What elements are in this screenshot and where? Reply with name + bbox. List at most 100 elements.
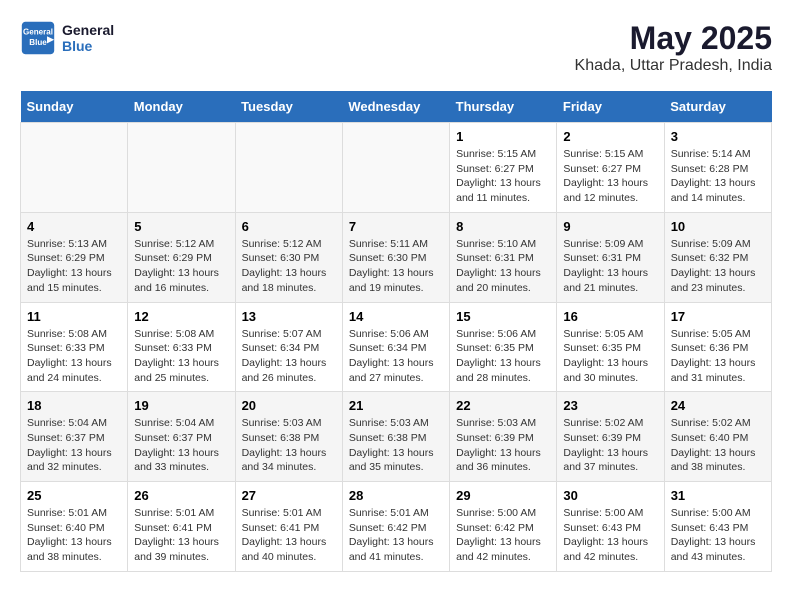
- day-info: Sunrise: 5:03 AM Sunset: 6:38 PM Dayligh…: [349, 416, 443, 475]
- day-number: 26: [134, 488, 228, 503]
- day-number: 13: [242, 309, 336, 324]
- day-number: 24: [671, 398, 765, 413]
- day-info: Sunrise: 5:11 AM Sunset: 6:30 PM Dayligh…: [349, 237, 443, 296]
- logo-text-line1: General: [62, 22, 114, 38]
- day-info: Sunrise: 5:01 AM Sunset: 6:41 PM Dayligh…: [134, 506, 228, 565]
- day-number: 4: [27, 219, 121, 234]
- day-info: Sunrise: 5:06 AM Sunset: 6:34 PM Dayligh…: [349, 327, 443, 386]
- calendar-cell: 31Sunrise: 5:00 AM Sunset: 6:43 PM Dayli…: [664, 482, 771, 572]
- day-number: 23: [563, 398, 657, 413]
- calendar-cell: 11 Sunrise: 5:08 AM Sunset: 6:33 PM Dayli…: [21, 302, 128, 392]
- day-info: Sunrise: 5:03 AM Sunset: 6:39 PM Dayligh…: [456, 416, 550, 475]
- calendar-cell: 10 Sunrise: 5:09 AM Sunset: 6:32 PM Dayli…: [664, 212, 771, 302]
- calendar-cell: 29 Sunrise: 5:00 AM Sunset: 6:42 PM Dayli…: [450, 482, 557, 572]
- day-number: 8: [456, 219, 550, 234]
- calendar-cell: 9 Sunrise: 5:09 AM Sunset: 6:31 PM Daylig…: [557, 212, 664, 302]
- day-number: 18: [27, 398, 121, 413]
- day-info: Sunrise: 5:08 AM Sunset: 6:33 PM Dayligh…: [134, 327, 228, 386]
- weekday-header-row: SundayMondayTuesdayWednesdayThursdayFrid…: [21, 91, 772, 123]
- calendar-cell: 13 Sunrise: 5:07 AM Sunset: 6:34 PM Dayli…: [235, 302, 342, 392]
- logo-icon: General Blue: [20, 20, 56, 56]
- weekday-header-tuesday: Tuesday: [235, 91, 342, 123]
- calendar-cell: 20 Sunrise: 5:03 AM Sunset: 6:38 PM Dayli…: [235, 392, 342, 482]
- day-number: 17: [671, 309, 765, 324]
- day-info: Sunrise: 5:07 AM Sunset: 6:34 PM Dayligh…: [242, 327, 336, 386]
- calendar-cell: 26 Sunrise: 5:01 AM Sunset: 6:41 PM Dayli…: [128, 482, 235, 572]
- weekday-header-saturday: Saturday: [664, 91, 771, 123]
- main-title: May 2025: [575, 20, 772, 57]
- day-info: Sunrise: 5:15 AM Sunset: 6:27 PM Dayligh…: [456, 147, 550, 206]
- weekday-header-friday: Friday: [557, 91, 664, 123]
- day-number: 10: [671, 219, 765, 234]
- weekday-header-thursday: Thursday: [450, 91, 557, 123]
- calendar-cell: 28Sunrise: 5:01 AM Sunset: 6:42 PM Dayli…: [342, 482, 449, 572]
- calendar-cell: 8 Sunrise: 5:10 AM Sunset: 6:31 PM Daylig…: [450, 212, 557, 302]
- calendar-cell: 3Sunrise: 5:14 AM Sunset: 6:28 PM Daylig…: [664, 123, 771, 213]
- calendar-cell: 14 Sunrise: 5:06 AM Sunset: 6:34 PM Dayli…: [342, 302, 449, 392]
- day-number: 2: [563, 129, 657, 144]
- weekday-header-wednesday: Wednesday: [342, 91, 449, 123]
- week-row-5: 25 Sunrise: 5:01 AM Sunset: 6:40 PM Dayli…: [21, 482, 772, 572]
- day-number: 11: [27, 309, 121, 324]
- calendar-cell: 27 Sunrise: 5:01 AM Sunset: 6:41 PM Dayli…: [235, 482, 342, 572]
- calendar-cell: 25 Sunrise: 5:01 AM Sunset: 6:40 PM Dayli…: [21, 482, 128, 572]
- day-info: Sunrise: 5:04 AM Sunset: 6:37 PM Dayligh…: [134, 416, 228, 475]
- header: General Blue General Blue May 2025 Khada…: [20, 20, 772, 75]
- day-number: 27: [242, 488, 336, 503]
- calendar-cell: 30 Sunrise: 5:00 AM Sunset: 6:43 PM Dayli…: [557, 482, 664, 572]
- day-info: Sunrise: 5:09 AM Sunset: 6:32 PM Dayligh…: [671, 237, 765, 296]
- calendar-cell: 24Sunrise: 5:02 AM Sunset: 6:40 PM Dayli…: [664, 392, 771, 482]
- svg-text:Blue: Blue: [29, 38, 47, 47]
- week-row-3: 11 Sunrise: 5:08 AM Sunset: 6:33 PM Dayli…: [21, 302, 772, 392]
- day-number: 9: [563, 219, 657, 234]
- calendar-cell: [128, 123, 235, 213]
- day-info: Sunrise: 5:00 AM Sunset: 6:42 PM Dayligh…: [456, 506, 550, 565]
- day-number: 16: [563, 309, 657, 324]
- day-number: 1: [456, 129, 550, 144]
- day-number: 14: [349, 309, 443, 324]
- calendar-cell: [342, 123, 449, 213]
- calendar-cell: 12Sunrise: 5:08 AM Sunset: 6:33 PM Dayli…: [128, 302, 235, 392]
- calendar-cell: 21 Sunrise: 5:03 AM Sunset: 6:38 PM Dayli…: [342, 392, 449, 482]
- day-info: Sunrise: 5:01 AM Sunset: 6:40 PM Dayligh…: [27, 506, 121, 565]
- day-info: Sunrise: 5:10 AM Sunset: 6:31 PM Dayligh…: [456, 237, 550, 296]
- day-info: Sunrise: 5:03 AM Sunset: 6:38 PM Dayligh…: [242, 416, 336, 475]
- day-info: Sunrise: 5:00 AM Sunset: 6:43 PM Dayligh…: [563, 506, 657, 565]
- day-number: 31: [671, 488, 765, 503]
- day-number: 3: [671, 129, 765, 144]
- calendar-cell: 16Sunrise: 5:05 AM Sunset: 6:35 PM Dayli…: [557, 302, 664, 392]
- day-number: 29: [456, 488, 550, 503]
- day-number: 20: [242, 398, 336, 413]
- day-info: Sunrise: 5:15 AM Sunset: 6:27 PM Dayligh…: [563, 147, 657, 206]
- day-number: 22: [456, 398, 550, 413]
- calendar-cell: 2 Sunrise: 5:15 AM Sunset: 6:27 PM Daylig…: [557, 123, 664, 213]
- day-info: Sunrise: 5:09 AM Sunset: 6:31 PM Dayligh…: [563, 237, 657, 296]
- calendar-cell: 4 Sunrise: 5:13 AM Sunset: 6:29 PM Daylig…: [21, 212, 128, 302]
- day-number: 30: [563, 488, 657, 503]
- day-info: Sunrise: 5:08 AM Sunset: 6:33 PM Dayligh…: [27, 327, 121, 386]
- calendar-cell: 7 Sunrise: 5:11 AM Sunset: 6:30 PM Daylig…: [342, 212, 449, 302]
- day-info: Sunrise: 5:02 AM Sunset: 6:39 PM Dayligh…: [563, 416, 657, 475]
- calendar-cell: 1 Sunrise: 5:15 AM Sunset: 6:27 PM Daylig…: [450, 123, 557, 213]
- subtitle: Khada, Uttar Pradesh, India: [575, 57, 772, 75]
- calendar-cell: 5Sunrise: 5:12 AM Sunset: 6:29 PM Daylig…: [128, 212, 235, 302]
- day-number: 25: [27, 488, 121, 503]
- day-info: Sunrise: 5:12 AM Sunset: 6:29 PM Dayligh…: [134, 237, 228, 296]
- svg-text:General: General: [23, 27, 53, 36]
- week-row-1: 1 Sunrise: 5:15 AM Sunset: 6:27 PM Daylig…: [21, 123, 772, 213]
- day-number: 6: [242, 219, 336, 234]
- day-info: Sunrise: 5:13 AM Sunset: 6:29 PM Dayligh…: [27, 237, 121, 296]
- calendar-cell: 23 Sunrise: 5:02 AM Sunset: 6:39 PM Dayli…: [557, 392, 664, 482]
- day-number: 19: [134, 398, 228, 413]
- calendar-cell: [235, 123, 342, 213]
- day-number: 7: [349, 219, 443, 234]
- day-number: 21: [349, 398, 443, 413]
- day-info: Sunrise: 5:01 AM Sunset: 6:41 PM Dayligh…: [242, 506, 336, 565]
- calendar-cell: 18Sunrise: 5:04 AM Sunset: 6:37 PM Dayli…: [21, 392, 128, 482]
- day-info: Sunrise: 5:12 AM Sunset: 6:30 PM Dayligh…: [242, 237, 336, 296]
- day-info: Sunrise: 5:06 AM Sunset: 6:35 PM Dayligh…: [456, 327, 550, 386]
- calendar-cell: 6 Sunrise: 5:12 AM Sunset: 6:30 PM Daylig…: [235, 212, 342, 302]
- day-number: 15: [456, 309, 550, 324]
- logo-text-line2: Blue: [62, 38, 114, 54]
- logo: General Blue General Blue: [20, 20, 114, 56]
